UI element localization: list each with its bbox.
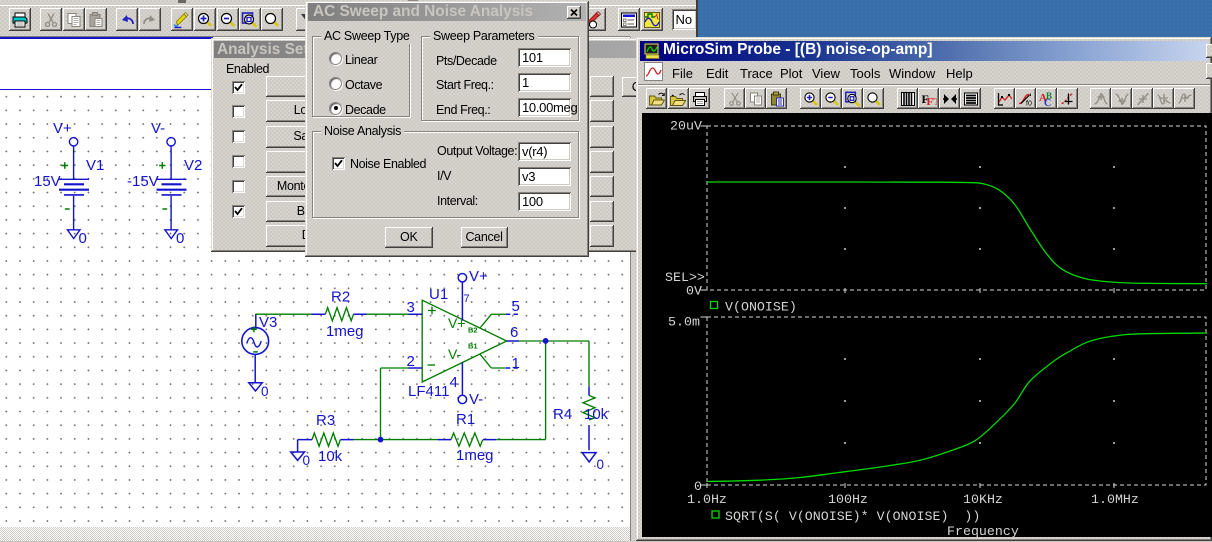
svg-text:C: C bbox=[1044, 98, 1051, 107]
svg-text:6: 6 bbox=[510, 324, 518, 341]
svg-text:-15V: -15V bbox=[127, 173, 159, 190]
svg-text:1meg: 1meg bbox=[456, 447, 494, 464]
svg-text:R1: R1 bbox=[456, 411, 475, 428]
svg-text:V+: V+ bbox=[448, 315, 466, 331]
svg-text:V-: V- bbox=[151, 120, 165, 137]
svg-text:FT: FT bbox=[926, 96, 936, 106]
svg-text:2: 2 bbox=[407, 353, 415, 370]
svg-text:V1: V1 bbox=[86, 157, 104, 174]
svg-text:3: 3 bbox=[407, 299, 415, 316]
svg-text:0: 0 bbox=[597, 457, 605, 472]
svg-text:R4: R4 bbox=[553, 406, 572, 423]
svg-text:V(ONOISE): V(ONOISE) bbox=[725, 300, 797, 315]
svg-text:f0: f0 bbox=[1026, 100, 1032, 106]
svg-text:0: 0 bbox=[176, 230, 184, 247]
svg-text:1: 1 bbox=[512, 355, 520, 372]
svg-text:V3: V3 bbox=[259, 314, 277, 331]
svg-text:1.0MHz: 1.0MHz bbox=[1091, 492, 1139, 507]
svg-text:10k: 10k bbox=[584, 406, 609, 423]
svg-text:1.0Hz: 1.0Hz bbox=[687, 492, 727, 507]
svg-text:10k: 10k bbox=[318, 448, 343, 465]
svg-text:B2: B2 bbox=[468, 326, 478, 335]
svg-text:7: 7 bbox=[464, 293, 470, 305]
svg-text:20uV: 20uV bbox=[670, 119, 702, 134]
svg-text:0V: 0V bbox=[686, 284, 702, 299]
svg-text:100Hz: 100Hz bbox=[828, 492, 868, 507]
svg-text:Frequency: Frequency bbox=[947, 524, 1019, 537]
svg-text:5.0m: 5.0m bbox=[668, 315, 700, 330]
svg-text:0: 0 bbox=[303, 453, 311, 468]
svg-text:15V: 15V bbox=[34, 173, 61, 190]
svg-text:10KHz: 10KHz bbox=[963, 492, 1003, 507]
svg-text:V+: V+ bbox=[53, 120, 72, 137]
svg-text:U1: U1 bbox=[429, 286, 448, 303]
svg-text:5: 5 bbox=[512, 298, 520, 315]
svg-text:V+: V+ bbox=[469, 268, 488, 285]
svg-text:1meg: 1meg bbox=[326, 323, 364, 340]
svg-text:R3: R3 bbox=[316, 412, 335, 429]
svg-text:SQRT(S( V(ONOISE)* V(ONOISE): SQRT(S( V(ONOISE)* V(ONOISE) )) bbox=[725, 509, 980, 524]
svg-text:V2: V2 bbox=[184, 157, 202, 174]
svg-text:4: 4 bbox=[450, 374, 458, 391]
svg-text:V-: V- bbox=[448, 346, 462, 362]
svg-text:0: 0 bbox=[79, 230, 87, 247]
svg-text:0: 0 bbox=[261, 384, 269, 399]
svg-text:B1: B1 bbox=[468, 342, 478, 351]
svg-text:LF411: LF411 bbox=[408, 383, 449, 400]
svg-text:R2: R2 bbox=[331, 289, 350, 306]
svg-text:V-: V- bbox=[469, 391, 483, 408]
